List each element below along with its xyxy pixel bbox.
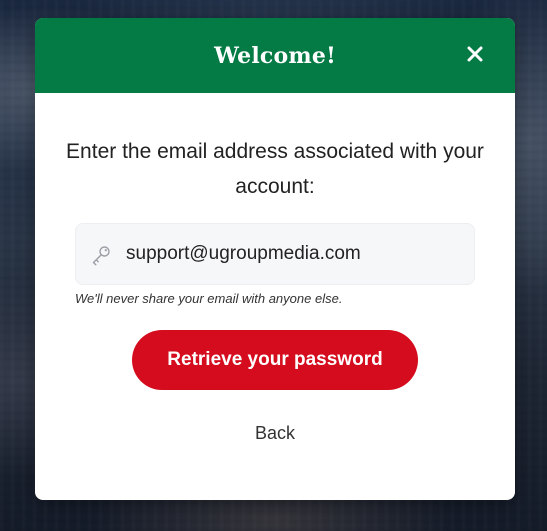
modal-title: Welcome! [214,43,336,69]
modal-header: Welcome! [35,18,515,93]
email-field[interactable] [75,223,475,285]
retrieve-password-button[interactable]: Retrieve your password [132,330,418,390]
close-button[interactable] [459,38,491,70]
email-prompt: Enter the email address associated with … [66,140,484,198]
key-icon [90,244,112,266]
welcome-modal: Welcome! Enter the email address associa… [35,18,515,500]
close-icon [459,38,491,70]
email-input[interactable] [126,235,456,273]
back-link[interactable]: Back [225,423,325,444]
email-help-text: We'll never share your email with anyone… [75,291,343,306]
